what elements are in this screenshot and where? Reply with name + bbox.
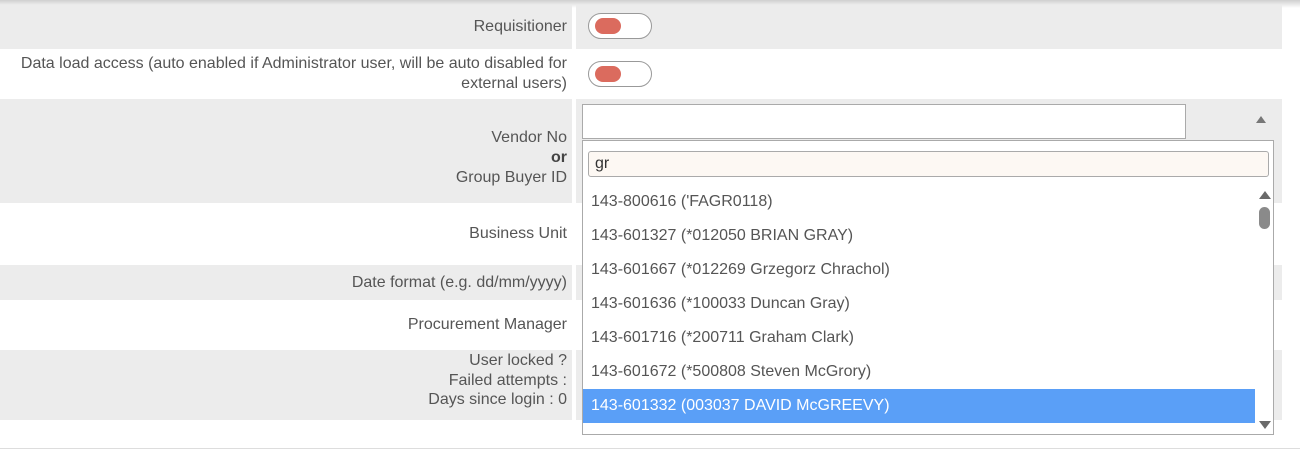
requisitioner-row: Requisitioner (0, 5, 1282, 49)
chevron-up-icon[interactable] (1256, 116, 1266, 123)
requisitioner-label-text: Requisitioner (473, 18, 567, 35)
data-load-label: Data load access (auto enabled if Admini… (0, 49, 572, 99)
user-locked-label-text: User locked ? (469, 352, 567, 369)
days-since-login-label: Days since login : 0 (428, 391, 567, 408)
dropdown-option[interactable]: 143-601332 (003037 DAVID McGREEVY) (583, 389, 1255, 423)
dropdown-options-list: 143-800616 ('FAGR0118) 143-601327 (*01205… (583, 185, 1255, 434)
date-format-label: Date format (e.g. dd/mm/yyyy) (0, 265, 572, 300)
scroll-up-arrow-icon[interactable] (1259, 191, 1271, 199)
or-label: or (551, 149, 567, 166)
requisitioner-toggle-knob (595, 18, 621, 34)
requisitioner-toggle[interactable] (588, 13, 652, 39)
dropdown-search (588, 151, 1269, 177)
requisitioner-value-cell (576, 5, 1282, 49)
dropdown-option[interactable]: 143-601636 (*100033 Duncan Gray) (583, 287, 1255, 321)
scroll-down-arrow-icon[interactable] (1259, 421, 1271, 429)
dropdown-option-partial[interactable] (583, 423, 1255, 434)
vendor-dropdown: 143-800616 ('FAGR0118)143-601327 (*01205… (582, 140, 1274, 435)
user-locked-label: User locked ? Failed attempts : Days sin… (0, 350, 572, 420)
data-load-value-cell (576, 49, 1282, 99)
dropdown-option[interactable]: 143-601327 (*012050 BRIAN GRAY) (583, 219, 1255, 253)
dropdown-scrollbar[interactable] (1255, 185, 1273, 434)
dropdown-search-input[interactable] (588, 151, 1269, 177)
user-settings-form: Requisitioner Data load access (auto ena… (0, 0, 1300, 451)
procurement-manager-label: Procurement Manager (0, 300, 572, 350)
vendor-label: Vendor No or Group Buyer ID (0, 99, 572, 203)
dropdown-option[interactable]: 143-601672 (*500808 Steven McGrory) (583, 355, 1255, 389)
business-unit-label: Business Unit (0, 203, 572, 265)
data-load-row: Data load access (auto enabled if Admini… (0, 49, 1282, 99)
procurement-manager-label-text: Procurement Manager (407, 316, 567, 333)
data-load-toggle-knob (595, 66, 621, 82)
failed-attempts-label: Failed attempts : (448, 371, 567, 389)
requisitioner-label: Requisitioner (0, 5, 572, 49)
scrollbar-thumb[interactable] (1259, 207, 1270, 229)
date-format-label-text: Date format (e.g. dd/mm/yyyy) (351, 273, 567, 291)
divider (0, 448, 1300, 449)
group-buyer-label: Group Buyer ID (455, 169, 567, 186)
dropdown-option[interactable]: 143-601667 (*012269 Grzegorz Chrachol) (583, 253, 1255, 287)
dropdown-option[interactable]: 143-800616 ('FAGR0118) (583, 185, 1255, 219)
dropdown-option[interactable]: 143-601716 (*200711 Graham Clark) (583, 321, 1255, 355)
vendor-select[interactable] (582, 104, 1186, 139)
business-unit-label-text: Business Unit (469, 225, 567, 242)
vendor-no-label: Vendor No (491, 129, 567, 146)
data-load-toggle[interactable] (588, 61, 652, 87)
data-load-label-line1: Data load access (auto enabled if Admini… (20, 55, 567, 72)
data-load-label-line2: external users) (461, 75, 567, 92)
